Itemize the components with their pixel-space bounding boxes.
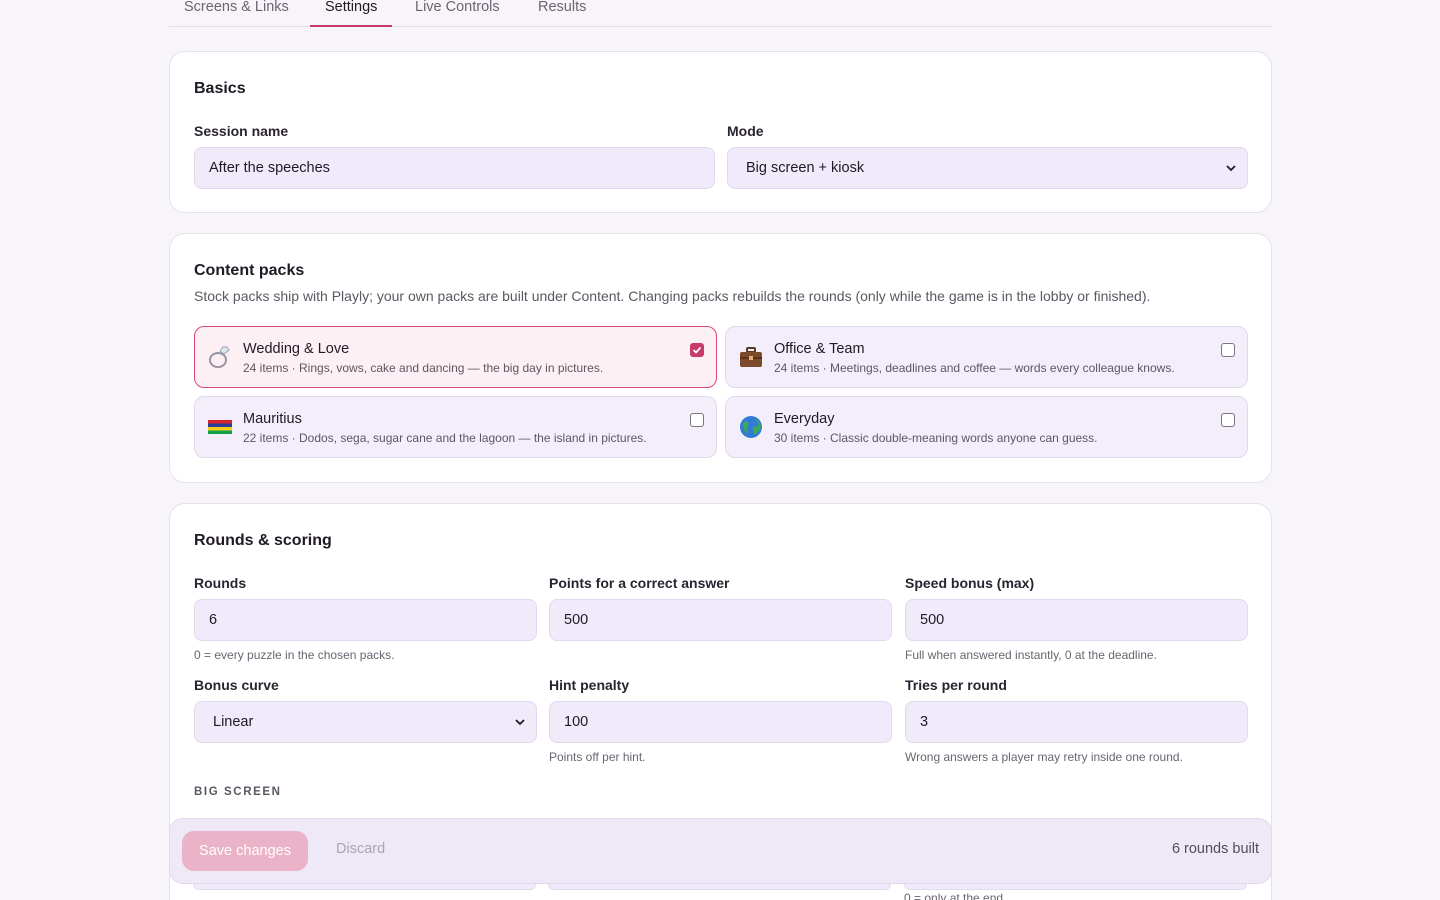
content-packs-card: Content packs Stock packs ship with Play… — [169, 233, 1272, 483]
settings-page: Screens & Links Settings Live Controls R… — [169, 0, 1272, 900]
briefcase-icon — [740, 347, 762, 367]
pack-desc: 30 items · Classic double-meaning words … — [774, 431, 1098, 445]
pack-checkbox[interactable] — [690, 413, 704, 427]
speed-bonus-help: Full when answered instantly, 0 at the d… — [905, 648, 1157, 662]
tries-value: 3 — [920, 714, 929, 730]
points-value: 500 — [564, 612, 589, 628]
rounds-built-status: 6 rounds built — [1171, 841, 1259, 857]
hint-penalty-input[interactable]: 100 — [549, 701, 892, 743]
pack-name: Everyday — [774, 411, 835, 427]
hidden-field[interactable] — [904, 884, 1247, 890]
points-label: Points for a correct answer — [549, 575, 730, 591]
tab-screens-links[interactable]: Screens & Links — [169, 0, 304, 27]
hidden-field-help: 0 = only at the end — [904, 891, 1004, 900]
hidden-field[interactable] — [548, 884, 891, 890]
bonus-curve-select[interactable]: Linear — [194, 701, 537, 743]
session-name-label: Session name — [194, 123, 289, 139]
globe-icon — [740, 416, 762, 438]
rounds-label: Rounds — [194, 575, 247, 591]
pack-name: Mauritius — [243, 411, 302, 427]
tries-label: Tries per round — [905, 677, 1007, 693]
hint-penalty-help: Points off per hint. — [549, 750, 646, 764]
pack-desc: 22 items · Dodos, sega, sugar cane and t… — [243, 431, 647, 445]
mode-value: Big screen + kiosk — [746, 160, 865, 176]
mode-select[interactable]: Big screen + kiosk — [727, 147, 1248, 189]
big-screen-section-label: BIG SCREEN — [194, 786, 282, 798]
pack-name: Office & Team — [774, 341, 865, 357]
tab-live-controls[interactable]: Live Controls — [400, 0, 515, 27]
ring-icon — [209, 346, 230, 368]
speed-bonus-input[interactable]: 500 — [905, 599, 1248, 641]
speed-bonus-value: 500 — [920, 612, 945, 628]
tab-bar: Screens & Links Settings Live Controls R… — [169, 0, 1272, 27]
points-input[interactable]: 500 — [549, 599, 892, 641]
basics-card: Basics Session name After the speeches M… — [169, 51, 1272, 213]
session-name-value: After the speeches — [209, 160, 330, 176]
rounds-input[interactable]: 6 — [194, 599, 537, 641]
save-bar: Save changes Discard 6 rounds built — [169, 818, 1272, 884]
tab-settings[interactable]: Settings — [310, 0, 393, 27]
tries-help: Wrong answers a player may retry inside … — [905, 750, 1183, 764]
rounds-scoring-title: Rounds & scoring — [194, 532, 332, 549]
pack-desc: 24 items · Meetings, deadlines and coffe… — [774, 361, 1175, 375]
discard-button[interactable]: Discard — [336, 841, 385, 857]
content-packs-description: Stock packs ship with Playly; your own p… — [194, 288, 1151, 304]
pack-wedding-love[interactable]: Wedding & Love 24 items · Rings, vows, c… — [194, 326, 717, 388]
chevron-down-icon — [1226, 165, 1236, 172]
rounds-value: 6 — [209, 612, 218, 628]
checkmark-icon — [692, 346, 702, 354]
tab-results[interactable]: Results — [523, 0, 601, 27]
pack-everyday[interactable]: Everyday 30 items · Classic double-meani… — [725, 396, 1248, 458]
pack-checkbox[interactable] — [690, 343, 704, 357]
mauritius-flag-icon — [208, 420, 232, 434]
hidden-field[interactable] — [193, 884, 536, 890]
tries-input[interactable]: 3 — [905, 701, 1248, 743]
pack-name: Wedding & Love — [243, 341, 350, 357]
pack-desc: 24 items · Rings, vows, cake and dancing… — [243, 361, 604, 375]
speed-bonus-label: Speed bonus (max) — [905, 575, 1035, 591]
pack-checkbox[interactable] — [1221, 413, 1235, 427]
bonus-curve-value: Linear — [213, 714, 254, 730]
basics-title: Basics — [194, 80, 246, 97]
bonus-curve-label: Bonus curve — [194, 677, 279, 693]
hint-penalty-value: 100 — [564, 714, 589, 730]
content-packs-title: Content packs — [194, 262, 305, 279]
pack-mauritius[interactable]: Mauritius 22 items · Dodos, sega, sugar … — [194, 396, 717, 458]
rounds-help: 0 = every puzzle in the chosen packs. — [194, 648, 395, 662]
pack-office-team[interactable]: Office & Team 24 items · Meetings, deadl… — [725, 326, 1248, 388]
session-name-input[interactable]: After the speeches — [194, 147, 715, 189]
hint-penalty-label: Hint penalty — [549, 677, 630, 693]
mode-label: Mode — [727, 123, 764, 139]
save-changes-button[interactable]: Save changes — [182, 831, 308, 871]
chevron-down-icon — [515, 719, 525, 726]
pack-checkbox[interactable] — [1221, 343, 1235, 357]
